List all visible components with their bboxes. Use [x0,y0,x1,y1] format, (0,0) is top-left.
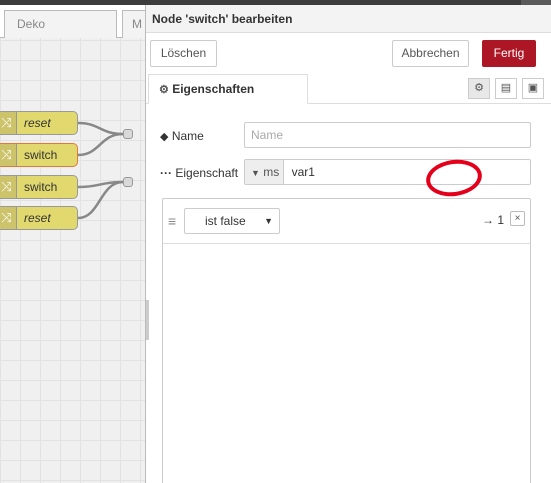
cancel-button[interactable]: Abbrechen [392,40,469,67]
gear-icon: ⚙ [159,84,169,96]
chevron-down-icon: ▼ [264,216,273,226]
property-label-row: ··· Eigenschaft [160,166,238,180]
done-button[interactable]: Fertig [482,40,536,67]
property-prefix: ms [263,165,280,179]
header-bar [0,0,551,5]
description-icon[interactable]: ▤ [495,78,517,99]
shuffle-icon: ⤨ [0,207,17,229]
node-port[interactable] [123,177,133,187]
tray-toolbar: Löschen Abbrechen Fertig [146,33,551,71]
name-placeholder: Name [251,128,284,142]
drag-handle-icon[interactable]: ≡ [168,213,176,229]
arrow-right-icon: → [482,213,494,227]
name-label-row: ◆ Name [160,129,204,143]
rule-operator-select[interactable]: ist false ▼ [184,208,280,234]
delete-button[interactable]: Löschen [150,40,217,67]
shuffle-icon: ⤨ [0,144,17,166]
property-typed-input[interactable]: ▼ ms var1 [244,159,531,185]
property-value[interactable]: var1 [288,165,315,179]
node-label: reset [24,211,51,225]
output-number: 1 [497,213,505,227]
output-port-indicator: → 1 [482,213,504,227]
flow-node-reset[interactable]: ⤨ reset [0,111,78,135]
tray-tabs: ⚙ Eigenschaften ⚙ ▤ ▣ [146,74,551,104]
flow-workspace[interactable]: Deko M ⤨ reset ⤨ switch ⤨ switch ⤨ reset [0,0,145,483]
rule-operator-value: ist false [205,214,246,228]
node-label: switch [24,180,58,194]
node-port[interactable] [123,129,133,139]
remove-rule-button[interactable]: × [510,211,525,226]
ellipsis-icon: ··· [160,166,172,180]
flow-node-switch[interactable]: ⤨ switch [0,175,78,199]
node-label: reset [24,116,51,130]
edit-tray: Node 'switch' bearbeiten Löschen Abbrech… [145,5,551,483]
shuffle-icon: ⤨ [0,176,17,198]
flow-node-reset[interactable]: ⤨ reset [0,206,78,230]
rule-row: ≡ ist false ▼ → 1 × [163,199,530,244]
wire [77,121,124,136]
close-icon: × [514,213,521,224]
node-label: switch [24,148,58,162]
gear-icon[interactable]: ⚙ [468,78,490,99]
tab-properties[interactable]: ⚙ Eigenschaften [148,74,308,104]
tab-label: Eigenschaften [172,82,255,96]
property-label: Eigenschaft [175,166,239,180]
wires [77,121,124,220]
wire [77,132,124,157]
property-type-select[interactable]: ▼ ms [245,160,285,184]
flow-node-switch[interactable]: ⤨ switch [0,143,78,167]
name-label: Name [171,129,204,143]
appearance-icon[interactable]: ▣ [522,78,544,99]
shuffle-icon: ⤨ [0,112,17,134]
tray-resize-handle[interactable] [146,300,149,340]
name-field[interactable]: Name [244,122,531,148]
rules-list[interactable]: ≡ ist false ▼ → 1 × [162,198,531,483]
caret-down-icon: ▼ [251,168,260,178]
tag-icon: ◆ [160,131,169,143]
tray-title: Node 'switch' bearbeiten [146,5,551,33]
